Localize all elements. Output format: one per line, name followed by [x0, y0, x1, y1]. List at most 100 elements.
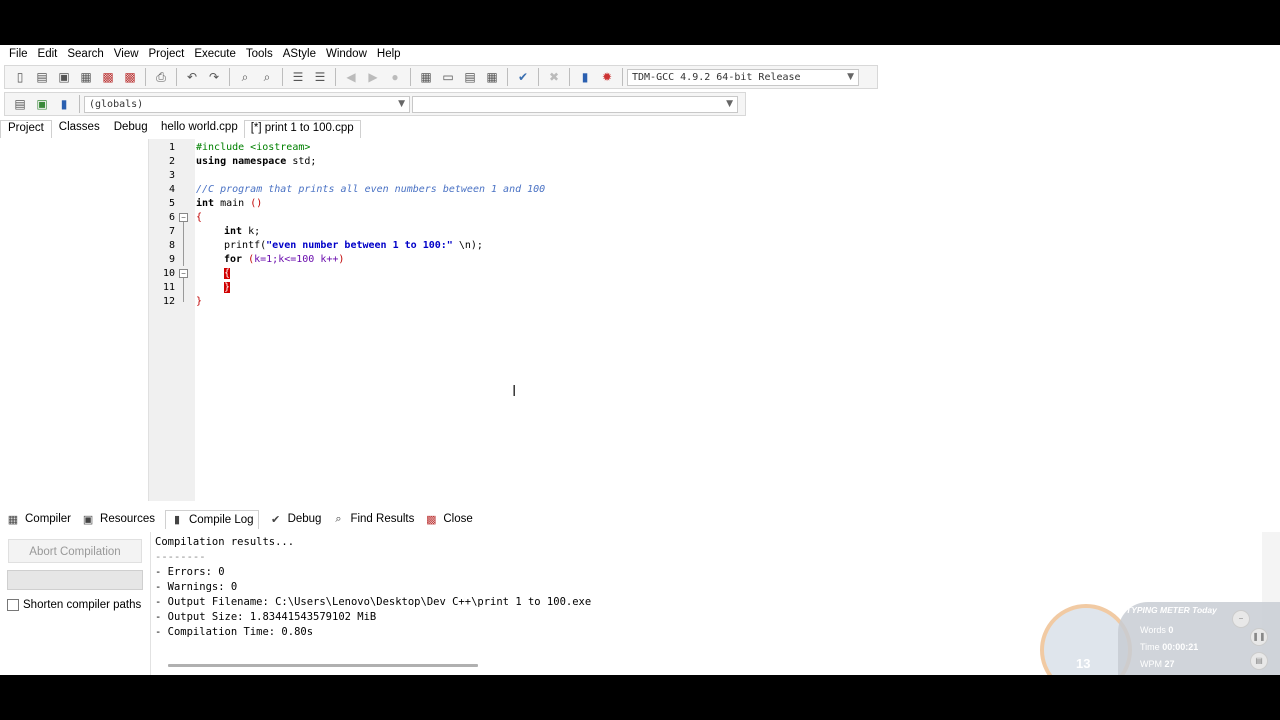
- fold-toggle-icon[interactable]: −: [179, 269, 188, 278]
- menu-view[interactable]: View: [109, 48, 144, 60]
- code-text: std;: [286, 156, 317, 167]
- menu-window[interactable]: Window: [321, 48, 372, 60]
- scope-select[interactable]: (globals) ▼: [84, 95, 410, 113]
- code-line-2: using namespace std;: [196, 155, 316, 169]
- check-icon: ✔: [270, 513, 281, 526]
- member-select[interactable]: ▼: [412, 95, 738, 113]
- open-file-icon[interactable]: ▤: [33, 69, 51, 85]
- code-line-12: }: [196, 295, 202, 309]
- shorten-paths-checkbox[interactable]: [7, 599, 19, 611]
- code-text: k;: [242, 226, 261, 237]
- replace-icon[interactable]: ⌕: [258, 69, 276, 85]
- line-number: 1: [168, 142, 175, 153]
- code-line-8: printf("even number between 1 to 100:" \…: [224, 239, 483, 253]
- forward-icon[interactable]: ▶: [364, 69, 382, 85]
- code-line-9: for (k=1;k<=100 k++): [224, 253, 344, 267]
- tab-resources[interactable]: ▣ Resources: [81, 512, 155, 526]
- menu-execute[interactable]: Execute: [189, 48, 241, 60]
- grid-icon[interactable]: ▦: [483, 69, 501, 85]
- code-line-10: {: [224, 267, 231, 281]
- toolbar-separator: [569, 68, 570, 86]
- wpm-stat: WPM 27: [1140, 659, 1175, 669]
- unindent-icon[interactable]: ☰: [311, 69, 329, 85]
- compiler-select[interactable]: TDM-GCC 4.9.2 64-bit Release ▼: [627, 68, 859, 86]
- editor-tabs: hello world.cpp [*] print 1 to 100.cpp: [155, 120, 361, 138]
- compiler-icon: ▦: [7, 513, 19, 526]
- log-line: - Output Filename: C:\Users\Lenovo\Deskt…: [155, 596, 592, 608]
- menu-help[interactable]: Help: [372, 48, 406, 60]
- fold-toggle-icon[interactable]: −: [179, 213, 188, 222]
- minimize-icon[interactable]: −: [1232, 610, 1250, 628]
- keyword: int: [224, 226, 243, 237]
- goto-bookmark-icon[interactable]: ▮: [55, 96, 73, 112]
- redo-icon[interactable]: ↷: [205, 69, 223, 85]
- tab-classes[interactable]: Classes: [52, 120, 107, 138]
- shorten-paths-label: Shorten compiler paths: [23, 599, 142, 611]
- toggle-bookmark-icon[interactable]: ▣: [33, 96, 51, 112]
- close-all-icon[interactable]: ▩: [121, 69, 139, 85]
- symbol: (): [250, 198, 263, 209]
- code-text: \n);: [452, 240, 483, 251]
- profile-icon[interactable]: ✹: [598, 69, 616, 85]
- pause-icon[interactable]: ❚❚: [1250, 628, 1268, 646]
- compiler-select-value: TDM-GCC 4.9.2 64-bit Release: [632, 71, 801, 83]
- keyword: int: [196, 198, 215, 209]
- abort-compilation-button[interactable]: Abort Compilation: [8, 539, 142, 563]
- print-icon[interactable]: ⎙: [152, 69, 170, 85]
- keyword: using namespace: [196, 156, 287, 167]
- tab-compiler[interactable]: ▦ Compiler: [6, 512, 71, 526]
- chart-icon[interactable]: ▮: [576, 69, 594, 85]
- find-icon[interactable]: ⌕: [236, 69, 254, 85]
- project-panel: [0, 139, 149, 501]
- toolbar-separator: [282, 68, 283, 86]
- compile-progress-bar: [7, 570, 143, 590]
- goto-icon[interactable]: ●: [386, 69, 404, 85]
- insert-icon[interactable]: ▤: [11, 96, 29, 112]
- menu-edit[interactable]: Edit: [33, 48, 63, 60]
- save-all-icon[interactable]: ▦: [77, 69, 95, 85]
- undo-icon[interactable]: ↶: [183, 69, 201, 85]
- menu-tools[interactable]: Tools: [241, 48, 278, 60]
- tab-hello-world[interactable]: hello world.cpp: [155, 120, 244, 138]
- symbol: }: [196, 296, 203, 307]
- tab-debug[interactable]: Debug: [107, 120, 155, 138]
- chevron-down-icon: ▼: [398, 98, 405, 109]
- new-project-icon[interactable]: ▦: [417, 69, 435, 85]
- tab-compile-log[interactable]: ▮ Compile Log: [164, 509, 259, 529]
- code-text: printf(: [224, 240, 267, 251]
- shorten-paths-option[interactable]: Shorten compiler paths: [7, 599, 141, 611]
- code-line-5: int main (): [196, 197, 262, 211]
- horizontal-scrollbar[interactable]: [168, 664, 478, 667]
- typing-meter-title: TYPING METER Today: [1126, 605, 1217, 615]
- class-browser-icon[interactable]: ▤: [461, 69, 479, 85]
- menu-project[interactable]: Project: [144, 48, 190, 60]
- log-line: - Output Size: 1.83441543579102 MiB: [155, 611, 377, 623]
- menu-astyle[interactable]: AStyle: [278, 48, 321, 60]
- tab-debug-bottom[interactable]: ✔ Debug: [269, 512, 322, 526]
- menu-search[interactable]: Search: [62, 48, 108, 60]
- window-icon[interactable]: ▭: [439, 69, 457, 85]
- menu-file[interactable]: File: [4, 48, 33, 60]
- indent-icon[interactable]: ☰: [289, 69, 307, 85]
- code-text: main: [214, 198, 251, 209]
- bottom-panel-tabs: ▦ Compiler ▣ Resources ▮ Compile Log ✔ Debug…: [0, 508, 1280, 530]
- line-number: 5: [168, 198, 175, 209]
- tab-project[interactable]: Project: [0, 120, 52, 138]
- code-line-4: //C program that prints all even numbers…: [196, 183, 545, 197]
- stats-icon[interactable]: ▤: [1250, 652, 1268, 670]
- new-file-icon[interactable]: ▯: [11, 69, 29, 85]
- tab-close[interactable]: ▩ Close: [424, 512, 473, 526]
- code-editor[interactable]: #include <iostream> using namespace std;…: [196, 139, 1280, 501]
- log-line: --------: [155, 551, 206, 563]
- compile-check-icon[interactable]: ✔: [514, 69, 532, 85]
- tab-find-results[interactable]: ⌕ Find Results: [331, 512, 414, 526]
- tab-print-1-to-100[interactable]: [*] print 1 to 100.cpp: [243, 120, 361, 138]
- code-line-7: int k;: [224, 225, 260, 239]
- close-file-icon[interactable]: ▩: [99, 69, 117, 85]
- main-toolbar: ▯ ▤ ▣ ▦ ▩ ▩ ⎙ ↶ ↷ ⌕ ⌕ ☰ ☰ ◀ ▶ ● ▦ ▭ ▤ ▦ …: [4, 65, 878, 89]
- time-label: Time: [1140, 642, 1160, 652]
- back-icon[interactable]: ◀: [342, 69, 360, 85]
- stop-icon[interactable]: ✖: [545, 69, 563, 85]
- toolbar-separator: [79, 95, 80, 113]
- save-icon[interactable]: ▣: [55, 69, 73, 85]
